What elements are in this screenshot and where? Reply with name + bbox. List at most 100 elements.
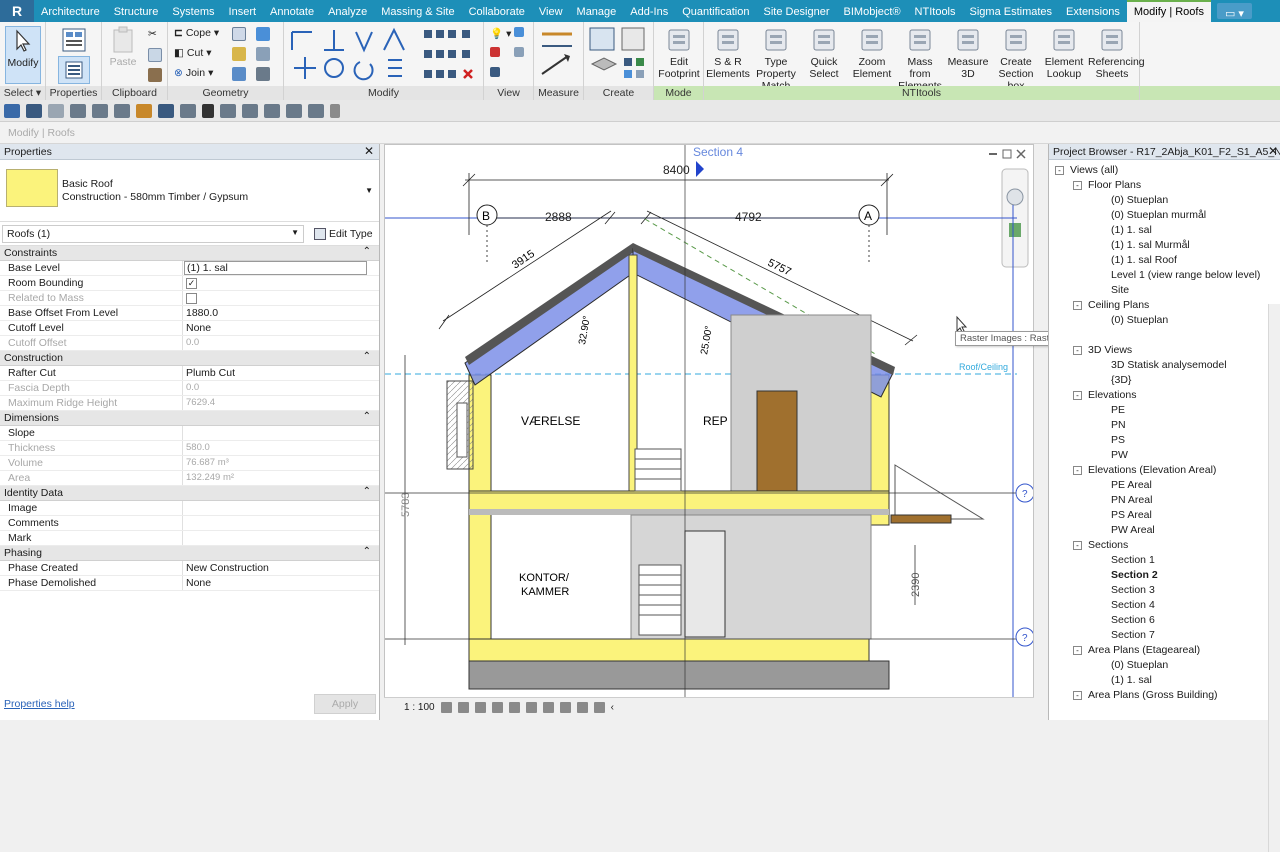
collapse-icon[interactable]: ⌃ bbox=[363, 351, 371, 362]
browser-node[interactable]: 3D Statisk analysemodel bbox=[1111, 359, 1227, 371]
nti-element-lookup-button[interactable]: Element Lookup bbox=[1040, 26, 1088, 80]
property-value[interactable]: Plumb Cut bbox=[183, 366, 379, 380]
highlight-displacement-icon[interactable] bbox=[593, 702, 605, 713]
remove-paint-icon[interactable] bbox=[256, 67, 270, 81]
menu-tab-collaborate[interactable]: Collaborate bbox=[462, 0, 532, 22]
visual-style-icon[interactable] bbox=[457, 702, 469, 713]
property-value[interactable]: New Construction bbox=[183, 561, 379, 575]
collapse-toggle-icon[interactable]: - bbox=[1055, 165, 1064, 175]
browser-node[interactable]: (0) Stueplan bbox=[1111, 314, 1168, 326]
wall-joins-icon[interactable] bbox=[232, 47, 246, 61]
default-3d-icon[interactable] bbox=[220, 103, 236, 118]
reveal-hidden-icon[interactable] bbox=[559, 702, 571, 713]
browser-node[interactable]: Section 6 bbox=[1111, 614, 1155, 626]
application-menu-button[interactable]: R bbox=[0, 0, 34, 22]
browser-node[interactable]: - Elevations (Elevation Areal) bbox=[1073, 464, 1216, 476]
scroll-left-icon[interactable]: ‹ bbox=[611, 702, 614, 713]
menu-tab-bimobject-[interactable]: BIMobject® bbox=[837, 0, 908, 22]
menu-tab-extensions[interactable]: Extensions bbox=[1059, 0, 1127, 22]
browser-node[interactable]: (1) 1. sal bbox=[1111, 674, 1152, 686]
dim-right-span[interactable]: 4792 bbox=[735, 210, 762, 224]
browser-node[interactable]: - Elevations bbox=[1073, 389, 1136, 401]
browser-node[interactable]: PE Areal bbox=[1111, 479, 1152, 491]
browser-node[interactable]: - Sections bbox=[1073, 539, 1128, 551]
join-button[interactable]: ⊗ Join ▾ bbox=[174, 67, 213, 79]
menu-tab-add-ins[interactable]: Add-Ins bbox=[623, 0, 675, 22]
browser-node[interactable]: - Area Plans (Gross Building) bbox=[1073, 689, 1218, 701]
browser-node[interactable]: (0) Stueplan murmål bbox=[1111, 209, 1206, 221]
nti-quick-select-button[interactable]: Quick Select bbox=[800, 26, 848, 80]
angle-left[interactable]: 32.90° bbox=[577, 315, 593, 346]
collapse-toggle-icon[interactable]: - bbox=[1073, 690, 1082, 700]
room-label-vaerelse[interactable]: VÆRELSE bbox=[521, 414, 580, 428]
group-dimensions[interactable]: Dimensions ⌃ bbox=[0, 411, 379, 426]
nti-s-r-elements-button[interactable]: S & R Elements bbox=[704, 26, 752, 80]
browser-node[interactable]: Section 3 bbox=[1111, 584, 1155, 596]
menu-tab-massing-site[interactable]: Massing & Site bbox=[374, 0, 461, 22]
group-identity-data[interactable]: Identity Data ⌃ bbox=[0, 486, 379, 501]
browser-node[interactable]: Section 4 bbox=[1111, 599, 1155, 611]
browser-node[interactable]: Section 1 bbox=[1111, 554, 1155, 566]
property-value[interactable]: ✓ bbox=[183, 276, 379, 290]
browser-node[interactable]: PW bbox=[1111, 449, 1128, 461]
collapse-icon[interactable]: ⌃ bbox=[363, 246, 371, 257]
dim-left-span[interactable]: 2888 bbox=[545, 210, 572, 224]
paint-brush-icon[interactable] bbox=[490, 67, 500, 77]
browser-node[interactable]: -3D Views bbox=[1073, 344, 1132, 356]
paint-icon[interactable] bbox=[256, 27, 270, 41]
menu-tab-architecture[interactable]: Architecture bbox=[34, 0, 107, 22]
browser-node[interactable]: PE bbox=[1111, 404, 1125, 416]
match-type-icon[interactable] bbox=[148, 68, 162, 82]
browser-node[interactable]: PN bbox=[1111, 419, 1126, 431]
nti-referencing-sheets-button[interactable]: Referencing Sheets bbox=[1088, 26, 1145, 80]
paste-button[interactable]: Paste bbox=[106, 26, 140, 68]
menu-tab-sigma-estimates[interactable]: Sigma Estimates bbox=[963, 0, 1060, 22]
sync-icon[interactable] bbox=[48, 103, 64, 118]
edit-type-button[interactable]: Edit Type bbox=[314, 227, 373, 240]
property-value[interactable]: (1) 1. sal bbox=[184, 261, 367, 275]
menu-tab-manage[interactable]: Manage bbox=[570, 0, 624, 22]
save-icon[interactable] bbox=[26, 103, 42, 118]
split-face-icon[interactable] bbox=[232, 27, 246, 41]
nti-create-section-box-button[interactable]: CreateSection box bbox=[992, 26, 1040, 92]
temporary-hide-icon[interactable] bbox=[542, 702, 554, 713]
type-properties-button[interactable] bbox=[58, 26, 90, 56]
menu-tab-modify-roofs[interactable]: Modify | Roofs bbox=[1126, 0, 1211, 22]
collapse-toggle-icon[interactable]: - bbox=[1073, 390, 1082, 400]
collapse-toggle-icon[interactable]: - bbox=[1073, 465, 1082, 475]
nti-zoom-element-button[interactable]: Zoom Element bbox=[848, 26, 896, 80]
browser-node[interactable]: PW Areal bbox=[1111, 524, 1155, 536]
collapse-toggle-icon[interactable]: - bbox=[1073, 300, 1082, 310]
copy-clipboard-icon[interactable] bbox=[148, 48, 162, 62]
browser-node[interactable]: - Floor Plans bbox=[1073, 179, 1141, 191]
browser-scrollbar[interactable] bbox=[1268, 304, 1280, 852]
panel-title-select[interactable]: Select ▾ bbox=[0, 86, 45, 100]
property-value[interactable]: None bbox=[183, 576, 379, 590]
group-phasing[interactable]: Phasing ⌃ bbox=[0, 546, 379, 561]
detail-level-icon[interactable] bbox=[440, 702, 452, 713]
dim-small-height[interactable]: 2390 bbox=[910, 573, 922, 597]
tag-icon[interactable] bbox=[180, 103, 196, 118]
browser-node[interactable]: Site bbox=[1111, 284, 1129, 296]
show-crop-icon[interactable] bbox=[525, 702, 537, 713]
browser-node[interactable]: (1) 1. sal Roof bbox=[1111, 254, 1177, 266]
group-constraints[interactable]: Constraints ⌃ bbox=[0, 246, 379, 261]
property-value[interactable] bbox=[183, 531, 379, 545]
browser-node[interactable]: (0) Stueplan bbox=[1111, 659, 1168, 671]
collapse-toggle-icon[interactable]: - bbox=[1073, 180, 1082, 190]
collapse-toggle-icon[interactable]: - bbox=[1073, 540, 1082, 550]
menu-tab-ntitools[interactable]: NTItools bbox=[908, 0, 963, 22]
checkbox[interactable]: ✓ bbox=[186, 278, 197, 289]
property-value[interactable]: None bbox=[183, 321, 379, 335]
nti-mass-from-elements-button[interactable]: Mass fromElements bbox=[896, 26, 944, 92]
linework-icon[interactable] bbox=[490, 47, 500, 57]
chevron-down-icon[interactable]: ▼ bbox=[365, 186, 373, 195]
collapse-toggle-icon[interactable]: - bbox=[1073, 645, 1082, 655]
instance-filter-dropdown[interactable]: Roofs (1) ▼ bbox=[2, 224, 304, 243]
create-icons[interactable] bbox=[584, 24, 654, 86]
level-label[interactable]: Roof/Ceiling bbox=[959, 362, 1008, 372]
demolish-icon[interactable] bbox=[256, 47, 270, 61]
browser-node[interactable]: PS bbox=[1111, 434, 1125, 446]
nti-measure-3d-button[interactable]: Measure 3D bbox=[944, 26, 992, 80]
edit-footprint-button[interactable]: Edit Footprint bbox=[654, 26, 704, 80]
